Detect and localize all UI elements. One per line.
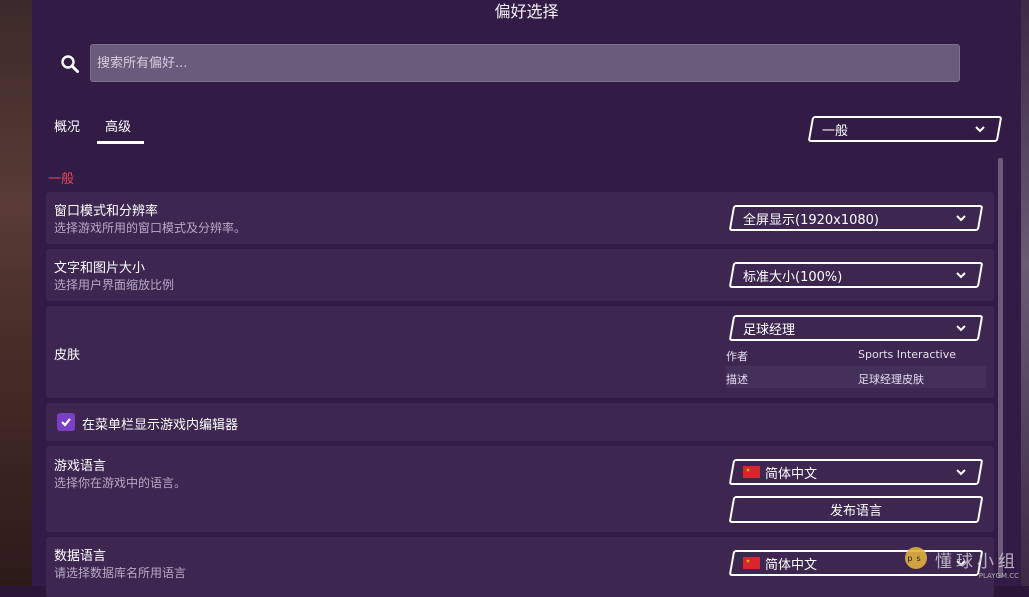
chevron-down-icon — [956, 272, 966, 279]
section-heading: 一般 — [48, 172, 75, 187]
skin-author-value: Sports Interactive — [858, 348, 957, 361]
checkmark-icon — [61, 418, 71, 427]
text-size-value: 标准大小(100%) — [743, 269, 843, 285]
skin-description-value: 足球经理皮肤 — [858, 373, 924, 386]
skin-value: 足球经理 — [743, 322, 796, 338]
watermark-text: 懂球小组 — [935, 552, 1019, 572]
active-tab-indicator — [97, 141, 144, 144]
search-input[interactable] — [91, 45, 959, 81]
chevron-down-icon — [956, 325, 966, 332]
setting-title: 游戏语言 — [54, 459, 107, 474]
watermark-logo: ps — [905, 547, 927, 569]
watermark-url: PLAYGM.CC — [978, 572, 1019, 580]
publish-language-button[interactable]: 发布语言 — [728, 496, 984, 523]
china-flag-icon — [743, 557, 760, 569]
watermark: ps 懂球小组 PLAYGM.CC — [905, 547, 1019, 580]
setting-title: 皮肤 — [54, 348, 81, 363]
chevron-down-icon — [956, 469, 966, 476]
setting-title: 文字和图片大小 — [54, 261, 146, 276]
setting-description: 选择用户界面缩放比例 — [54, 278, 175, 292]
setting-title: 窗口模式和分辨率 — [54, 204, 159, 219]
setting-description: 选择游戏所用的窗口模式及分辨率。 — [54, 221, 247, 235]
chevron-down-icon — [975, 126, 985, 133]
background-left — [0, 0, 32, 586]
setting-description: 请选择数据库名所用语言 — [54, 566, 187, 580]
category-dropdown[interactable]: 一般 — [807, 116, 1003, 142]
search-icon — [61, 55, 79, 73]
game-language-dropdown[interactable]: 简体中文 — [728, 459, 984, 485]
setting-title: 数据语言 — [54, 549, 107, 564]
window-mode-dropdown[interactable]: 全屏显示(1920x1080) — [728, 205, 984, 231]
skin-dropdown[interactable]: 足球经理 — [728, 315, 984, 341]
tab-overview[interactable]: 概况 — [54, 116, 80, 135]
window-mode-value: 全屏显示(1920x1080) — [743, 212, 880, 228]
publish-language-label: 发布语言 — [829, 504, 882, 519]
dialog-title: 偏好选择 — [494, 2, 559, 21]
scrollbar[interactable] — [998, 158, 1003, 578]
skin-info-strip — [726, 366, 986, 388]
chevron-down-icon — [956, 215, 966, 222]
category-dropdown-value: 一般 — [822, 123, 849, 139]
china-flag-icon — [743, 466, 760, 478]
background-right — [1021, 0, 1029, 586]
skin-author-label: 作者 — [726, 350, 748, 363]
skin-description-label: 描述 — [726, 373, 748, 386]
editor-checkbox[interactable] — [57, 413, 75, 431]
preferences-dialog: 偏好选择 概况 高级 一般 一般 窗口模式和分辨率 选择游戏所用的窗口模式及分辨… — [32, 0, 1021, 597]
game-language-value: 简体中文 — [765, 466, 818, 482]
setting-description: 选择你在游戏中的语言。 — [54, 476, 187, 490]
editor-checkbox-label: 在菜单栏显示游戏内编辑器 — [82, 418, 239, 433]
search-field[interactable] — [90, 44, 960, 82]
text-size-dropdown[interactable]: 标准大小(100%) — [728, 262, 984, 288]
tab-advanced[interactable]: 高级 — [105, 116, 131, 135]
setting-row-editor-in-menu[interactable]: 在菜单栏显示游戏内编辑器 — [46, 403, 994, 441]
